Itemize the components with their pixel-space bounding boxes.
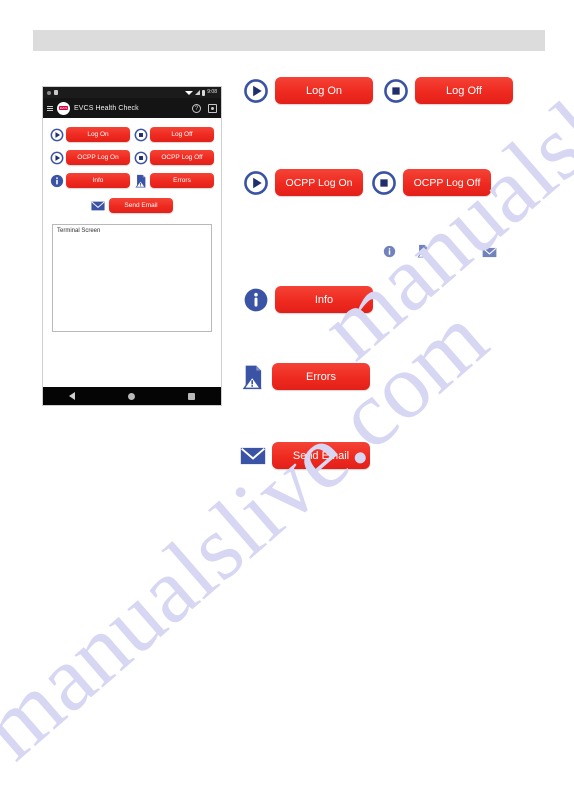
- info-circle-icon: [383, 245, 396, 258]
- envelope-icon: [482, 247, 497, 258]
- callout-row-errors: Errors: [240, 363, 370, 390]
- phone-screenshot: 9:08 EVCS EVCS Health Check ? Log On Log…: [42, 86, 222, 406]
- callout-send-email[interactable]: Send Email: [240, 442, 370, 469]
- phone-logon-cell[interactable]: Log On: [50, 127, 130, 142]
- home-circle-icon[interactable]: [127, 392, 135, 400]
- play-circle-icon: [50, 151, 64, 164]
- back-triangle-icon[interactable]: [69, 392, 76, 400]
- stop-circle-icon: [134, 128, 148, 141]
- callout-row-logon: Log On Log Off: [243, 77, 513, 104]
- info-circle-icon: [50, 174, 64, 187]
- hamburger-icon[interactable]: [47, 105, 53, 111]
- phone-app-bar: EVCS EVCS Health Check ?: [43, 98, 221, 118]
- callout-log-off[interactable]: Log Off: [383, 77, 513, 104]
- terminal-screen-label: Terminal Screen: [57, 228, 101, 234]
- stop-circle-icon: [134, 151, 148, 164]
- battery-icon: [202, 89, 206, 96]
- callout-log-on[interactable]: Log On: [243, 77, 373, 104]
- callout-ocpp-log-off[interactable]: OCPP Log Off: [371, 169, 491, 196]
- play-circle-icon: [50, 128, 64, 141]
- info-circle-icon: [244, 288, 268, 311]
- status-clock: 9:08: [207, 89, 217, 95]
- callout-info[interactable]: Info: [243, 286, 373, 313]
- envelope-icon: [240, 447, 266, 464]
- callout-button-ocpp-log-on[interactable]: OCPP Log On: [275, 169, 363, 196]
- evcs-logo: EVCS: [57, 101, 70, 115]
- phone-button-row-email: Send Email: [50, 198, 214, 213]
- page-header-band: [33, 30, 545, 51]
- phone-button-row-logon: Log On Log Off: [50, 127, 214, 142]
- wifi-icon: [185, 90, 194, 95]
- phone-errors-cell[interactable]: Errors: [134, 173, 214, 188]
- phone-ocpp-logoff-cell[interactable]: OCPP Log Off: [134, 150, 214, 165]
- phone-ocpp-logon-cell[interactable]: OCPP Log On: [50, 150, 130, 165]
- stop-circle-icon: [384, 78, 408, 103]
- callout-button-ocpp-log-off[interactable]: OCPP Log Off: [403, 169, 491, 196]
- phone-button-row-info: Info Errors: [50, 173, 214, 188]
- manual-page: 9:08 EVCS EVCS Health Check ? Log On Log…: [0, 0, 574, 808]
- qr-scan-icon[interactable]: [208, 103, 217, 113]
- stop-circle-icon: [372, 170, 396, 195]
- callout-button-log-off[interactable]: Log Off: [415, 77, 513, 104]
- error-document-icon: [135, 174, 146, 187]
- phone-button-log-on[interactable]: Log On: [66, 127, 130, 142]
- phone-nav-bar: [43, 387, 221, 405]
- phone-button-errors[interactable]: Errors: [150, 173, 214, 188]
- app-bar-actions: ?: [192, 103, 217, 113]
- phone-button-send-email[interactable]: Send Email: [109, 198, 173, 213]
- status-right-icons: 9:08: [185, 89, 217, 96]
- lock-icon: [54, 90, 58, 95]
- app-title: EVCS Health Check: [74, 104, 139, 112]
- callout-button-log-on[interactable]: Log On: [275, 77, 373, 104]
- callout-button-send-email[interactable]: Send Email: [272, 442, 370, 469]
- callout-errors[interactable]: Errors: [240, 363, 370, 390]
- signal-icon: [195, 90, 201, 95]
- phone-status-bar: 9:08: [43, 87, 221, 98]
- phone-button-ocpp-log-on[interactable]: OCPP Log On: [66, 150, 130, 165]
- error-document-icon: [417, 244, 428, 258]
- evcs-logo-text: EVCS: [58, 106, 69, 110]
- phone-button-ocpp-log-off[interactable]: OCPP Log Off: [150, 150, 214, 165]
- circle-indicator-icon: [47, 90, 51, 95]
- terminal-screen[interactable]: Terminal Screen: [52, 224, 212, 332]
- phone-button-row-ocpp: OCPP Log On OCPP Log Off: [50, 150, 214, 165]
- phone-button-grid: Log On Log Off OCPP Log On OCPP Log Off …: [50, 127, 214, 188]
- recents-square-icon[interactable]: [187, 392, 195, 400]
- phone-info-cell[interactable]: Info: [50, 173, 130, 188]
- callout-button-errors[interactable]: Errors: [272, 363, 370, 390]
- phone-button-log-off[interactable]: Log Off: [150, 127, 214, 142]
- callout-ocpp-log-on[interactable]: OCPP Log On: [243, 169, 363, 196]
- error-document-icon: [242, 365, 262, 389]
- help-icon[interactable]: ?: [192, 103, 201, 113]
- phone-button-info[interactable]: Info: [66, 173, 130, 188]
- status-left-icons: [47, 90, 58, 95]
- play-circle-icon: [244, 170, 268, 195]
- callout-row-email: Send Email: [240, 442, 370, 469]
- play-circle-icon: [244, 78, 268, 103]
- phone-logoff-cell[interactable]: Log Off: [134, 127, 214, 142]
- callout-row-info: Info: [243, 286, 373, 313]
- envelope-icon: [91, 201, 105, 210]
- phone-app-body: Log On Log Off OCPP Log On OCPP Log Off …: [43, 118, 221, 332]
- callout-button-info[interactable]: Info: [275, 286, 373, 313]
- callout-row-ocpp: OCPP Log On OCPP Log Off: [243, 169, 491, 196]
